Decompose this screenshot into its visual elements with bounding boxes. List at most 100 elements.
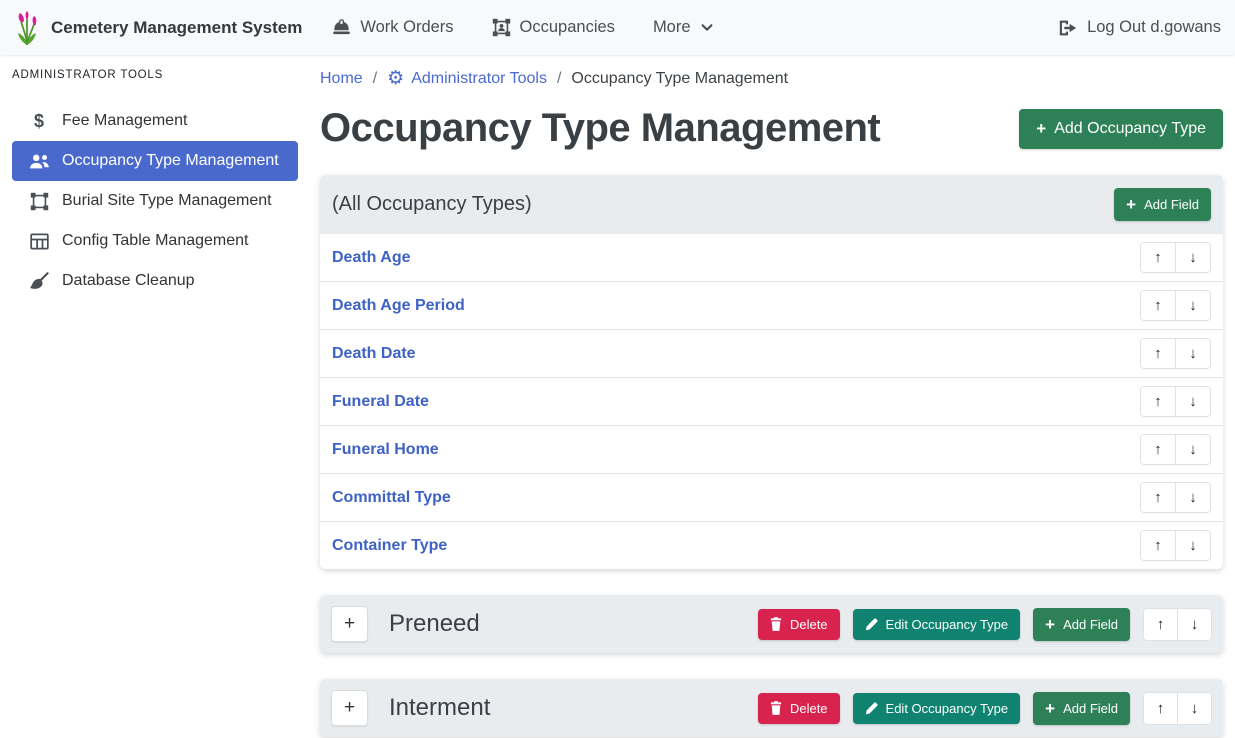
delete-button[interactable]: Delete — [758, 693, 840, 724]
breadcrumb: Home / ⚙ Administrator Tools / Occupancy… — [320, 69, 1223, 88]
edit-occupancy-type-button[interactable]: Edit Occupancy Type — [853, 609, 1021, 640]
field-row: Funeral Home ↑ ↓ — [320, 425, 1223, 473]
move-down-button[interactable]: ↓ — [1177, 608, 1212, 641]
section-actions: Delete Edit Occupancy Type + Add Field ↑… — [758, 692, 1212, 725]
field-row: Committal Type ↑ ↓ — [320, 473, 1223, 521]
section-actions: Delete Edit Occupancy Type + Add Field ↑… — [758, 608, 1212, 641]
reorder-controls: ↑ ↓ — [1140, 290, 1211, 321]
trash-icon — [770, 701, 782, 715]
field-link-funeral-home[interactable]: Funeral Home — [332, 441, 439, 459]
pencil-icon — [865, 702, 878, 715]
sidebar-item-label: Config Table Management — [62, 232, 249, 250]
move-up-button[interactable]: ↑ — [1140, 482, 1176, 513]
reorder-controls: ↑ ↓ — [1140, 242, 1211, 273]
gear-icon: ⚙ — [387, 69, 404, 88]
nav-more[interactable]: More — [653, 18, 714, 37]
chevron-down-icon — [700, 21, 714, 34]
move-down-button[interactable]: ↓ — [1175, 530, 1211, 561]
sidebar-item-config-table-management[interactable]: Config Table Management — [12, 221, 298, 261]
delete-label: Delete — [790, 617, 828, 632]
breadcrumb-admin-tools-link[interactable]: ⚙ Administrator Tools — [387, 69, 547, 88]
nav-work-orders[interactable]: Work Orders — [332, 18, 453, 37]
move-up-button[interactable]: ↑ — [1140, 338, 1176, 369]
move-down-button[interactable]: ↓ — [1175, 386, 1211, 417]
field-row: Funeral Date ↑ ↓ — [320, 377, 1223, 425]
plus-icon: + — [1126, 196, 1136, 213]
sidebar-item-burial-site-type-management[interactable]: Burial Site Type Management — [12, 181, 298, 221]
add-field-label: Add Field — [1063, 701, 1118, 716]
add-occupancy-type-button[interactable]: + Add Occupancy Type — [1019, 109, 1223, 149]
add-field-button[interactable]: + Add Field — [1114, 188, 1211, 221]
move-down-button[interactable]: ↓ — [1175, 482, 1211, 513]
occupancy-frame-icon — [492, 18, 511, 37]
add-occupancy-type-label: Add Occupancy Type — [1054, 120, 1206, 138]
brand[interactable]: Cemetery Management System — [14, 9, 302, 47]
reorder-controls: ↑ ↓ — [1143, 692, 1212, 725]
move-down-button[interactable]: ↓ — [1177, 692, 1212, 725]
edit-occupancy-type-label: Edit Occupancy Type — [886, 617, 1009, 632]
all-occupancy-types-header: (All Occupancy Types) + Add Field — [320, 175, 1223, 234]
expand-button[interactable]: + — [331, 606, 368, 642]
section-title: Preneed — [389, 610, 480, 638]
logout-label: Log Out d.gowans — [1087, 18, 1221, 37]
broom-icon — [26, 272, 52, 290]
sidebar-item-occupancy-type-management[interactable]: Occupancy Type Management — [12, 141, 298, 181]
delete-label: Delete — [790, 701, 828, 716]
field-link-death-date[interactable]: Death Date — [332, 345, 416, 363]
expand-button[interactable]: + — [331, 690, 368, 726]
move-up-button[interactable]: ↑ — [1140, 386, 1176, 417]
plus-icon: + — [1036, 120, 1046, 137]
move-down-button[interactable]: ↓ — [1175, 338, 1211, 369]
logout-button[interactable]: Log Out d.gowans — [1058, 18, 1221, 37]
occupancy-type-section-preneed: + Preneed Delete Edit Occupancy Type — [320, 595, 1223, 653]
breadcrumb-home-link[interactable]: Home — [320, 70, 363, 88]
reorder-controls: ↑ ↓ — [1143, 608, 1212, 641]
move-up-button[interactable]: ↑ — [1143, 608, 1178, 641]
main-content: Home / ⚙ Administrator Tools / Occupancy… — [310, 55, 1235, 738]
nav-occupancies[interactable]: Occupancies — [492, 18, 615, 37]
move-up-button[interactable]: ↑ — [1140, 434, 1176, 465]
all-occupancy-types-card: (All Occupancy Types) + Add Field Death … — [320, 175, 1223, 569]
nav-work-orders-label: Work Orders — [360, 18, 453, 37]
sidebar: Administrator Tools $ Fee Management Occ… — [0, 55, 310, 738]
edit-occupancy-type-button[interactable]: Edit Occupancy Type — [853, 693, 1021, 724]
section-title: Interment — [389, 694, 490, 722]
move-down-button[interactable]: ↓ — [1175, 434, 1211, 465]
breadcrumb-separator: / — [373, 70, 377, 88]
sidebar-item-label: Burial Site Type Management — [62, 192, 272, 210]
field-row: Death Age ↑ ↓ — [320, 234, 1223, 281]
reorder-controls: ↑ ↓ — [1140, 434, 1211, 465]
move-up-button[interactable]: ↑ — [1140, 530, 1176, 561]
pencil-icon — [865, 618, 878, 631]
move-up-button[interactable]: ↑ — [1140, 290, 1176, 321]
trash-icon — [770, 617, 782, 631]
hard-hat-icon — [332, 19, 351, 36]
move-down-button[interactable]: ↓ — [1175, 242, 1211, 273]
vector-square-icon — [26, 192, 52, 211]
move-up-button[interactable]: ↑ — [1143, 692, 1178, 725]
field-link-death-age[interactable]: Death Age — [332, 249, 411, 267]
sidebar-item-database-cleanup[interactable]: Database Cleanup — [12, 261, 298, 301]
sidebar-item-label: Occupancy Type Management — [62, 152, 279, 170]
delete-button[interactable]: Delete — [758, 609, 840, 640]
add-field-label: Add Field — [1144, 197, 1199, 212]
move-down-button[interactable]: ↓ — [1175, 290, 1211, 321]
breadcrumb-current: Occupancy Type Management — [571, 70, 788, 88]
users-icon — [26, 153, 52, 170]
all-occupancy-types-title: (All Occupancy Types) — [332, 193, 532, 216]
sidebar-heading: Administrator Tools — [12, 69, 298, 81]
field-link-funeral-date[interactable]: Funeral Date — [332, 393, 429, 411]
field-link-committal-type[interactable]: Committal Type — [332, 489, 451, 507]
table-icon — [26, 233, 52, 250]
field-link-death-age-period[interactable]: Death Age Period — [332, 297, 465, 315]
move-up-button[interactable]: ↑ — [1140, 242, 1176, 273]
reorder-controls: ↑ ↓ — [1140, 338, 1211, 369]
add-field-button[interactable]: + Add Field — [1033, 692, 1130, 725]
add-field-button[interactable]: + Add Field — [1033, 608, 1130, 641]
tulip-logo-icon — [14, 9, 41, 47]
nav-more-label: More — [653, 18, 691, 37]
field-link-container-type[interactable]: Container Type — [332, 537, 447, 555]
sidebar-item-label: Fee Management — [62, 112, 187, 130]
logout-icon — [1058, 19, 1078, 37]
sidebar-item-fee-management[interactable]: $ Fee Management — [12, 101, 298, 141]
